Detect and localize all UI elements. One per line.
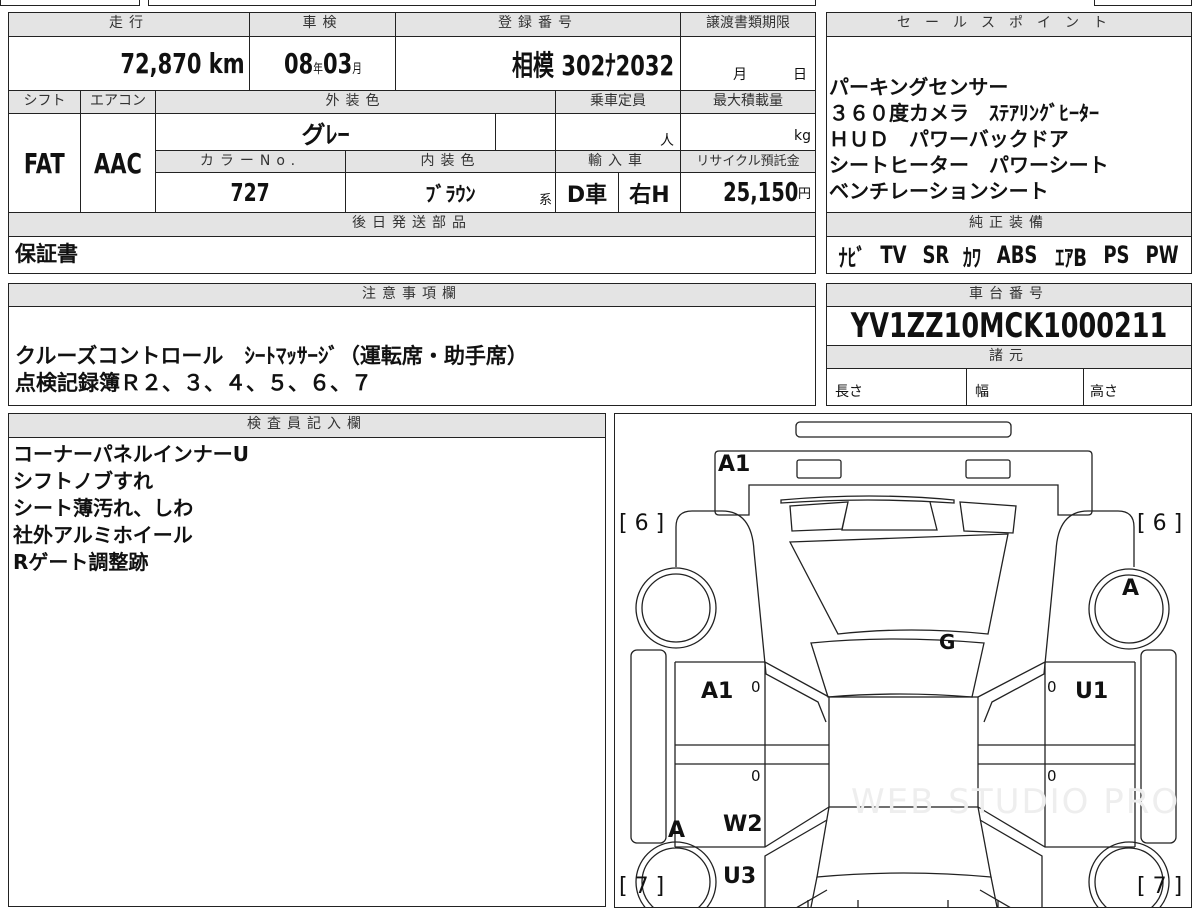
watermark: WEB STUDIO PRO [851, 782, 1181, 822]
shift-value: FAT [24, 146, 65, 180]
height-cell: 高さ [1083, 368, 1192, 406]
width-cell: 幅 [966, 368, 1084, 406]
transfer-day: 日 [793, 67, 807, 83]
top-strip-cell [148, 0, 816, 6]
mileage-unit: km [209, 47, 245, 80]
equipment-item: PS [1103, 241, 1130, 269]
equipment-item: PW [1145, 241, 1179, 269]
equipment-item: ABS [996, 241, 1038, 269]
front-right-wheel-label: A [1122, 576, 1140, 601]
registration-header: 登録番号 [395, 12, 681, 37]
left-rear-wheel-label: A [668, 818, 686, 843]
inspector-text: コーナーパネルインナーU シフトノブすれ シート薄汚れ、しわ 社外アルミホイール… [8, 437, 606, 907]
car-outline-icon [629, 420, 1177, 907]
inspector-header: 検査員記入欄 [8, 413, 606, 438]
handle-value: 右H [629, 182, 670, 208]
exterior-extra-cell [495, 113, 556, 151]
sales-points-text: パーキングセンサー ３６０度カメラ ｽﾃｱﾘﾝｸﾞﾋｰﾀｰ ＨＵＤ パワーバック… [826, 36, 1192, 213]
year-unit: 年 [312, 62, 323, 77]
rear-left-count: [ 7 ] [619, 874, 665, 899]
ac-cell: AAC [80, 113, 156, 213]
interior-value: ﾌﾞﾗｳﾝ [425, 182, 476, 206]
capacity-header: 乗車定員 [555, 90, 681, 114]
exterior-header: 外装色 [155, 90, 556, 114]
load-cell: kg [680, 113, 816, 151]
equipment-item: SR [922, 241, 949, 269]
equipment-item: TV [880, 241, 907, 269]
shift-cell: FAT [8, 113, 81, 213]
color-no-header: カラーNo. [155, 150, 346, 173]
shift-header: シフト [8, 90, 81, 114]
color-no-cell: 727 [155, 172, 346, 213]
interior-header: 内装色 [345, 150, 556, 173]
inspection-month: 03 [322, 47, 352, 80]
vin-cell: YV1ZZ10MCK1000211 [826, 306, 1192, 346]
month-unit: 月 [351, 62, 362, 77]
left-front-door-count: 0 [751, 678, 761, 696]
damage-diagram: A1 [ 6 ] [ 6 ] A G A1 0 0 U1 0 0 WEB STU… [614, 413, 1192, 908]
recycle-cell: 25,150 円 [680, 172, 816, 213]
windshield-label: G [939, 630, 956, 654]
rear-right-count: [ 7 ] [1137, 874, 1183, 899]
registration-cell: 相模 302ﾅ2032 [395, 36, 681, 91]
front-bumper-label: A1 [718, 452, 751, 477]
mileage-value: 72,870 [120, 47, 202, 80]
import-type: D車 [566, 182, 608, 208]
ac-header: エアコン [80, 90, 156, 114]
left-rear-fender-label-1: W2 [723, 812, 763, 837]
capacity-unit: 人 [660, 133, 674, 149]
recycle-unit: 円 [797, 187, 811, 202]
left-rear-fender-label-2: U3 [723, 864, 757, 889]
top-strip-cell [1094, 0, 1192, 6]
mileage-header: 走行 [8, 12, 250, 37]
front-left-count: [ 6 ] [619, 511, 665, 536]
ac-value: AAC [94, 146, 142, 180]
front-right-count: [ 6 ] [1137, 511, 1183, 536]
equipment-item: ｶﾜ [962, 243, 981, 272]
equipment-item: ｴｱB [1055, 243, 1088, 272]
equipment-item: ﾅﾋﾞ [838, 243, 866, 272]
load-unit: kg [794, 128, 811, 144]
interior-cell: ﾌﾞﾗｳﾝ 系 [345, 172, 556, 213]
right-front-door-label: U1 [1075, 679, 1109, 704]
inspection-year: 08 [283, 47, 313, 80]
import-header: 輸入車 [555, 150, 681, 173]
chassis-header: 車台番号 [826, 283, 1192, 307]
registration-value: 相模 302ﾅ2032 [511, 48, 674, 82]
transfer-header: 譲渡書類期限 [680, 12, 816, 37]
left-front-door-label: A1 [701, 679, 734, 704]
recycle-header: リサイクル預託金 [680, 150, 816, 173]
top-strip-cell [0, 0, 140, 6]
sales-points-header: セールスポイント [826, 12, 1192, 37]
length-cell: 長さ [826, 368, 967, 406]
recycle-value: 25,150 [722, 177, 798, 208]
load-header: 最大積載量 [680, 90, 816, 114]
left-rear-door-count: 0 [751, 767, 761, 785]
exterior-value: グﾚｰ [301, 120, 350, 149]
vin-value: YV1ZZ10MCK1000211 [850, 306, 1168, 346]
inspection-header: 車検 [249, 12, 396, 37]
spec-header: 諸元 [826, 345, 1192, 369]
later-parts-header: 後日発送部品 [8, 212, 816, 237]
mileage-cell: 72,870 km [8, 36, 250, 91]
transfer-cell: 月日 [680, 36, 816, 91]
equipment-header: 純正装備 [826, 212, 1192, 237]
notes-text: クルーズコントロール ｼｰﾄﾏｯｻｰｼﾞ（運転席・助手席） 点検記録簿Ｒ２、３、… [8, 306, 816, 406]
equipment-list: ﾅﾋﾞ TV SR ｶﾜ ABS ｴｱB PS PW [826, 236, 1192, 274]
interior-suffix: 系 [538, 193, 552, 208]
notes-header: 注意事項欄 [8, 283, 816, 307]
color-no-value: 727 [230, 178, 271, 207]
capacity-cell: 人 [555, 113, 681, 151]
later-parts-value: 保証書 [8, 236, 816, 274]
right-front-door-count: 0 [1047, 678, 1057, 696]
handle-cell: 右H [618, 172, 681, 213]
inspection-cell: 08年03月 [249, 36, 396, 91]
exterior-cell: グﾚｰ [155, 113, 496, 151]
transfer-month: 月 [733, 67, 747, 83]
import-type-cell: D車 [555, 172, 619, 213]
